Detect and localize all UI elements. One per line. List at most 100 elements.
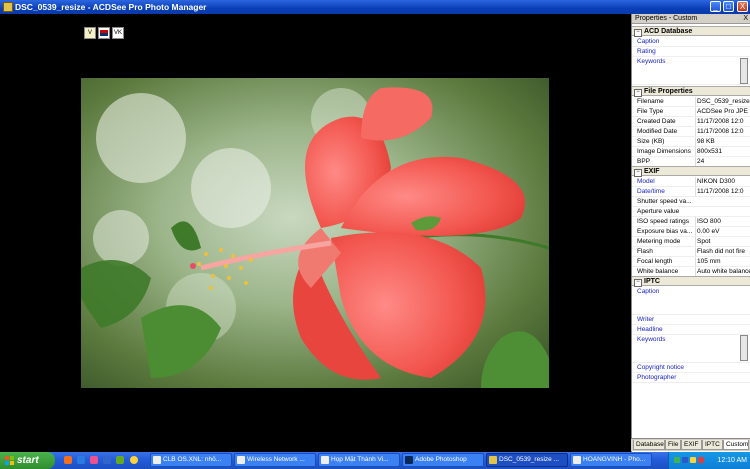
row-key: Keywords	[637, 336, 666, 343]
start-button[interactable]: start	[0, 452, 55, 469]
section-label: IPTC	[644, 278, 660, 285]
panel-header: Properties - Custom X	[632, 14, 750, 24]
title-bar: DSC_0539_resize - ACDSee Pro Photo Manag…	[0, 0, 750, 14]
firefox-icon[interactable]	[64, 456, 72, 464]
tab-exif[interactable]: EXIF	[681, 440, 702, 450]
collapse-icon[interactable]: −	[634, 89, 642, 97]
ie-icon[interactable]	[77, 456, 85, 464]
iptc-row-photographer[interactable]: Photographer	[632, 373, 750, 383]
section-iptc[interactable]: − IPTC	[632, 276, 750, 287]
overlay-v-button[interactable]: V	[84, 27, 96, 39]
row-key: Filename	[637, 98, 664, 105]
file-row-size: Size (KB) 98 KB	[632, 137, 750, 147]
section-file-properties[interactable]: − File Properties	[632, 86, 750, 97]
row-value[interactable]: 11/17/2008 12:0	[695, 187, 750, 196]
acd-row-rating[interactable]: Rating	[632, 47, 750, 57]
panel-close-button[interactable]: X	[743, 14, 748, 24]
task-hop-mat[interactable]: Họp Mặt Thành Vi...	[318, 453, 400, 467]
iptc-row-writer[interactable]: Writer	[632, 315, 750, 325]
taskbar: start CLB OS.XNL: nhỏ... Wireless Networ…	[0, 452, 750, 469]
section-label: ACD Database	[644, 28, 693, 35]
row-value: Flash did not fire	[695, 247, 750, 256]
row-value: 24	[695, 157, 750, 166]
iptc-row-keywords[interactable]: Keywords	[632, 335, 750, 363]
clock: 12:10 AM	[717, 457, 747, 464]
row-key: Caption	[637, 38, 660, 45]
section-label: EXIF	[644, 168, 660, 175]
row-value: Spot	[695, 237, 750, 246]
row-key: Headline	[637, 326, 663, 333]
file-row-filename: Filename DSC_0539_resize	[632, 97, 750, 107]
exif-row-datetime[interactable]: Date/time 11/17/2008 12:0	[632, 187, 750, 197]
tab-file[interactable]: File	[665, 440, 681, 450]
row-key: Model	[637, 178, 655, 185]
yahoo-smiley-icon[interactable]	[130, 456, 138, 464]
panel-title: Properties - Custom	[635, 15, 698, 22]
row-key: Writer	[637, 316, 655, 323]
properties-panel: Properties - Custom X − ACD Database Capt…	[631, 14, 750, 452]
row-key: Rating	[637, 48, 656, 55]
browser-icon	[573, 456, 581, 464]
exif-row-model[interactable]: Model NIKON D300	[632, 177, 750, 187]
row-key: Created Date	[637, 118, 676, 125]
tab-custom[interactable]: Custom	[723, 440, 749, 450]
collapse-icon[interactable]: −	[634, 169, 642, 177]
task-label: DSC_0539_resize ...	[499, 456, 559, 463]
media-icon[interactable]	[90, 456, 98, 464]
app-icon[interactable]	[116, 456, 124, 464]
row-key: Caption	[637, 288, 660, 295]
iptc-row-copyright[interactable]: Copyright notice	[632, 363, 750, 373]
exif-row-shutter: Shutter speed va...	[632, 197, 750, 207]
file-row-type: File Type ACDSee Pro JPE	[632, 107, 750, 117]
tray-icon[interactable]	[690, 457, 696, 463]
row-key: Shutter speed va...	[637, 198, 692, 205]
tray-icon[interactable]	[682, 457, 688, 463]
row-value: 11/17/2008 12:0	[695, 127, 750, 136]
row-key: White balance	[637, 268, 679, 275]
acd-row-caption[interactable]: Caption	[632, 37, 750, 47]
iptc-row-caption[interactable]: Caption	[632, 287, 750, 315]
task-clb[interactable]: CLB OS.XNL: nhỏ...	[150, 453, 232, 467]
overlay-vk-button[interactable]: VK	[112, 27, 124, 39]
tray-icon[interactable]	[698, 457, 704, 463]
row-key: Flash	[637, 248, 653, 255]
network-icon	[237, 456, 245, 464]
task-acdsee[interactable]: DSC_0539_resize ...	[486, 453, 568, 467]
tab-database[interactable]: Database	[633, 440, 665, 450]
close-button[interactable]: X	[737, 1, 748, 12]
task-label: HOANGVINH - Pho...	[583, 456, 646, 463]
row-key: Photographer	[637, 374, 677, 381]
windows-logo-icon	[5, 456, 14, 465]
flag-icon[interactable]	[98, 27, 110, 39]
maximize-button[interactable]: □	[723, 1, 734, 12]
section-acd-database[interactable]: − ACD Database	[632, 26, 750, 37]
explorer-icon[interactable]	[103, 456, 111, 464]
collapse-icon[interactable]: −	[634, 29, 642, 37]
tab-iptc[interactable]: IPTC	[702, 440, 723, 450]
row-key: Modified Date	[637, 128, 678, 135]
row-value[interactable]: NIKON D300	[695, 177, 750, 186]
section-exif[interactable]: − EXIF	[632, 166, 750, 177]
acd-row-keywords[interactable]: Keywords	[632, 57, 750, 85]
window-title: DSC_0539_resize - ACDSee Pro Photo Manag…	[15, 2, 207, 12]
task-label: CLB OS.XNL: nhỏ...	[163, 456, 222, 463]
row-value: DSC_0539_resize	[695, 97, 750, 106]
iptc-row-headline[interactable]: Headline	[632, 325, 750, 335]
minimize-button[interactable]: _	[710, 1, 721, 12]
tray-icon[interactable]	[674, 457, 680, 463]
task-label: Adobe Photoshop	[415, 456, 467, 463]
keywords-edit-button[interactable]	[740, 58, 748, 84]
iptc-keywords-edit-button[interactable]	[740, 335, 748, 361]
panel-tabs: Database File EXIF IPTC Custom	[631, 438, 750, 451]
task-photoshop[interactable]: Adobe Photoshop	[402, 453, 484, 467]
system-tray: 12:10 AM	[668, 452, 750, 469]
exif-row-flash: Flash Flash did not fire	[632, 247, 750, 257]
collapse-icon[interactable]: −	[634, 279, 642, 287]
exif-row-aperture: Aperture value	[632, 207, 750, 217]
section-label: File Properties	[644, 88, 693, 95]
exif-row-iso: ISO speed ratings ISO 800	[632, 217, 750, 227]
start-label: start	[17, 455, 39, 466]
image-viewer[interactable]: V VK	[0, 14, 631, 452]
task-wireless[interactable]: Wireless Network ...	[234, 453, 316, 467]
task-hoangvinh[interactable]: HOANGVINH - Pho...	[570, 453, 652, 467]
